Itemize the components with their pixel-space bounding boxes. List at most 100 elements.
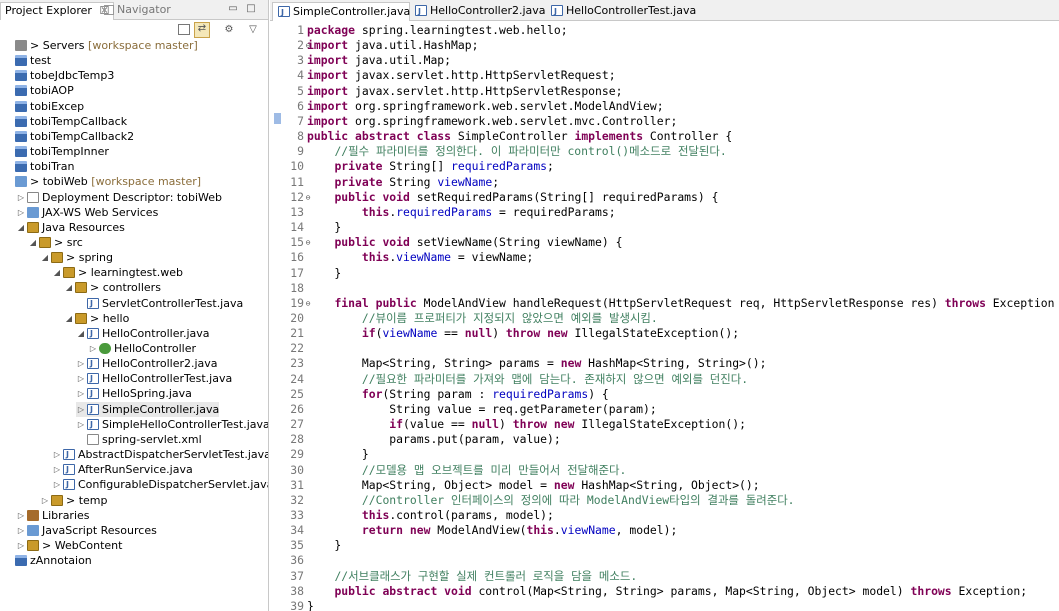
code-text: package spring.learningtest.web.hello; [307,23,568,37]
tree-item[interactable]: ▷ SimpleHelloControllerTest.java [76,417,268,432]
project-icon [15,70,27,82]
expand-toggle-icon[interactable]: ▷ [52,477,62,492]
line-number: 27 [290,417,304,432]
editor-tab-label: HelloControllerTest.java [566,4,697,17]
tree-item[interactable]: ▷ HelloController2.java [76,356,218,371]
code-text: this.viewName = viewName; [361,250,534,265]
code-text: //필요한 파라미터를 가져와 맵에 담는다. 존재하지 않으면 예외를 던진다… [361,371,749,386]
dropdown-icon[interactable]: ▽ [246,24,260,36]
expand-toggle-icon[interactable]: ▷ [76,402,86,417]
tree-item[interactable]: ▷ Libraries [16,508,90,523]
navigator-icon [104,5,114,15]
expand-toggle-icon[interactable]: ▷ [40,493,50,508]
tree-item[interactable]: tobiTempInner [4,144,109,159]
expand-toggle-icon[interactable]: ◢ [40,250,50,265]
tree-item[interactable]: tobiAOP [4,83,74,98]
expand-toggle-icon[interactable]: ◢ [64,311,74,326]
tree-item[interactable]: ServletControllerTest.java [76,296,243,311]
code-text: if(viewName == null) throw new IllegalSt… [361,326,740,341]
tree-item[interactable]: ◢ > src [28,235,83,250]
tree-item[interactable]: ▷ HelloController [88,341,196,356]
code-text: Map<String, String> params = new HashMap… [307,356,767,371]
expand-toggle-icon[interactable]: ▷ [16,205,26,220]
tab-navigator-label: Navigator [117,3,171,16]
expand-toggle-icon[interactable]: ◢ [28,235,38,250]
expand-toggle-icon[interactable]: ◢ [16,220,26,235]
view-menu-icon[interactable]: ⚙ [222,24,236,36]
tree-item[interactable]: test [4,53,51,68]
expand-toggle-icon[interactable]: ▷ [76,371,86,386]
line-number: 5 [297,83,304,98]
tree-item[interactable]: ▷ > temp [40,493,108,508]
expand-toggle-icon[interactable]: ▷ [16,538,26,553]
expand-toggle-icon[interactable]: ▷ [76,356,86,371]
tab-hello-controller-test[interactable]: HelloControllerTest.java [546,2,700,21]
tree-item[interactable]: ▷ Deployment Descriptor: tobiWeb [16,190,222,205]
tree-item[interactable]: tobiTempCallback [4,114,127,129]
tree-item[interactable]: ▷ HelloControllerTest.java [76,371,232,386]
project-icon [15,555,27,567]
link-with-editor-icon[interactable]: ⇄ [194,22,210,38]
tree-item[interactable]: tobeJdbcTemp3 [4,68,114,83]
tab-simple-controller[interactable]: SimpleController.java ☒ [272,2,428,21]
expand-toggle-icon[interactable]: ◢ [76,326,86,341]
code-text: Map<String, Object> model = new HashMap<… [307,477,760,492]
code-line: 17 } [270,266,1059,281]
collapse-all-icon[interactable] [178,24,190,35]
code-line: 38 public abstract void control(Map<Stri… [270,584,1059,599]
tree-item[interactable]: ◢ Java Resources [16,220,125,235]
code-line: 7 import org.springframework.web.servlet.… [270,114,1059,129]
expand-toggle-icon[interactable]: ▷ [88,341,98,356]
tree-item[interactable]: ◢ HelloController.java [76,326,210,341]
expand-toggle-icon[interactable]: ▷ [52,462,62,477]
tree-item[interactable]: ▷ AbstractDispatcherServletTest.java [52,447,268,462]
tree-item[interactable]: tobiTempCallback2 [4,129,134,144]
expand-toggle-icon[interactable]: ▷ [16,523,26,538]
tree-item[interactable]: ▷ JAX-WS Web Services [16,205,158,220]
line-number: 37 [290,568,304,583]
code-area[interactable]: 1 package spring.learningtest.web.hello; 2… [270,23,1059,611]
tree-item[interactable]: ▷ SimpleController.java [76,401,220,417]
tree-item[interactable]: ◢ > hello [64,311,129,326]
expand-toggle-icon[interactable]: ▷ [52,447,62,462]
line-number: 38 [290,583,304,598]
tree-item[interactable]: tobiExcep [4,99,84,114]
line-number: 14 [290,220,304,235]
expand-toggle-icon[interactable]: ◢ [52,265,62,280]
tree-item[interactable]: > tobiWeb [workspace master] [4,174,201,189]
expand-toggle-icon[interactable]: ▷ [16,190,26,205]
tree-item[interactable]: ◢ > learningtest.web [52,265,183,280]
expand-toggle-icon[interactable]: ◢ [64,280,74,295]
tree-item-label: Java Resources [42,220,125,234]
code-text: String value = req.getParameter(param); [307,401,657,416]
tree-item[interactable]: ◢ > spring [40,250,113,265]
tree-item[interactable]: ▷ ConfigurableDispatcherServlet.java [52,477,268,492]
tree-item[interactable]: ◢ > controllers [64,280,161,295]
code-text: private String[] requiredParams; [334,159,554,174]
tree-item[interactable]: ▷ > WebContent [16,538,123,553]
tree-item[interactable]: > Servers [workspace master] [4,38,198,53]
tree-item[interactable]: zAnnotaion [4,553,92,568]
tree-item-label: > controllers [90,281,161,295]
expand-toggle-icon[interactable]: ▷ [16,508,26,523]
expand-toggle-icon[interactable]: ▷ [76,417,86,432]
code-text: public void setRequiredParams(String[] r… [334,189,719,204]
pkg-icon [39,236,51,248]
tree-item[interactable]: ▷ AfterRunService.java [52,462,193,477]
tab-hello-controller2[interactable]: HelloController2.java [410,2,550,21]
tree-item[interactable]: tobiTran [4,159,74,174]
code-line: 8 public abstract class SimpleController … [270,129,1059,144]
minimize-icon[interactable]: ▭ [226,3,240,15]
pkg-icon [51,252,63,264]
tree-item[interactable]: spring-servlet.xml [76,432,202,447]
expand-toggle-icon[interactable]: ▷ [76,386,86,401]
tab-project-explorer[interactable]: Project Explorer ☒ [0,2,115,20]
tree-item[interactable]: ▷ HelloSpring.java [76,386,192,401]
line-number: 7 [297,113,304,128]
tree-item[interactable]: ▷ JavaScript Resources [16,523,157,538]
tab-navigator[interactable]: Navigator [100,2,175,20]
maximize-icon[interactable]: □ [244,3,258,15]
tab-project-explorer-label: Project Explorer [5,4,92,17]
line-number: 18 [290,280,304,295]
line-number: 13 [290,204,304,219]
